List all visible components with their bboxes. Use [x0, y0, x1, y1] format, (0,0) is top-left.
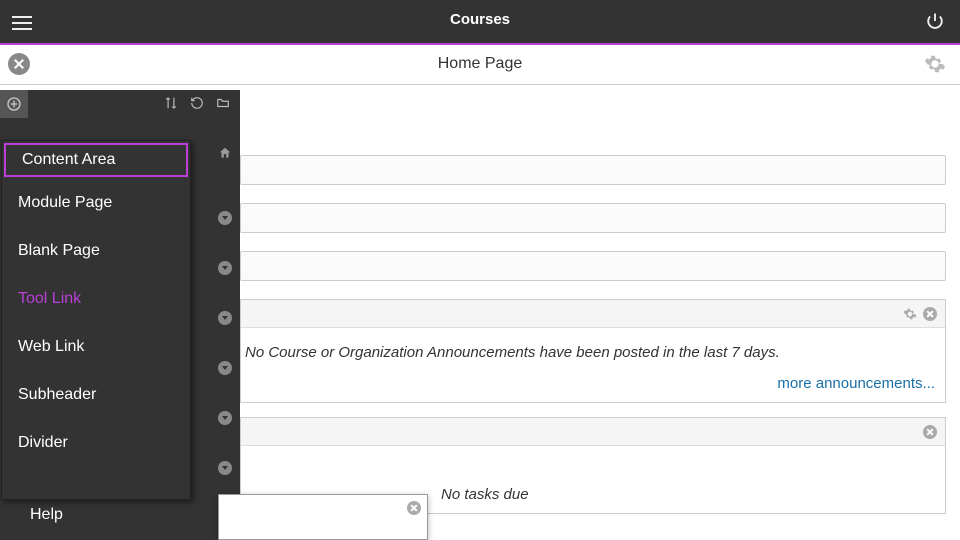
- menu-item-module-page[interactable]: Module Page: [2, 179, 190, 227]
- chevron-down-icon[interactable]: [218, 461, 232, 475]
- gear-icon[interactable]: [924, 53, 946, 75]
- reorder-icon[interactable]: [164, 96, 178, 110]
- tasks-header: [241, 418, 945, 446]
- chevron-down-icon[interactable]: [218, 411, 232, 425]
- sidebar-help-link[interactable]: Help: [30, 506, 63, 524]
- announcements-header: [241, 300, 945, 328]
- menu-item-blank-page[interactable]: Blank Page: [2, 227, 190, 275]
- topbar-title: Courses: [0, 11, 960, 28]
- chevron-down-icon[interactable]: [218, 361, 232, 375]
- main-content: No Course or Organization Announcements …: [240, 85, 960, 540]
- folder-icon[interactable]: [216, 96, 230, 110]
- module-placeholder: [240, 155, 946, 185]
- sidebar-toolbar: [0, 90, 240, 118]
- add-icon[interactable]: [0, 90, 28, 118]
- refresh-icon[interactable]: [190, 96, 204, 110]
- add-menu: Content Area Module Page Blank Page Tool…: [1, 140, 191, 500]
- page-header: Home Page: [0, 45, 960, 85]
- app-topbar: Courses: [0, 0, 960, 43]
- menu-item-tool-link[interactable]: Tool Link: [2, 275, 190, 323]
- mini-popup: [218, 494, 428, 540]
- chevron-down-icon[interactable]: [218, 211, 232, 225]
- menu-item-divider[interactable]: Divider: [2, 419, 190, 467]
- close-icon[interactable]: [407, 501, 421, 515]
- close-icon[interactable]: [923, 425, 937, 439]
- announcements-empty-text: No Course or Organization Announcements …: [241, 328, 945, 369]
- close-icon[interactable]: [923, 307, 937, 321]
- more-announcements-link[interactable]: more announcements...: [241, 369, 945, 402]
- announcements-module: No Course or Organization Announcements …: [240, 299, 946, 403]
- chevron-down-icon[interactable]: [218, 261, 232, 275]
- home-icon[interactable]: [218, 146, 232, 160]
- menu-item-subheader[interactable]: Subheader: [2, 371, 190, 419]
- gear-icon[interactable]: [903, 307, 917, 321]
- menu-item-web-link[interactable]: Web Link: [2, 323, 190, 371]
- chevron-down-icon[interactable]: [218, 311, 232, 325]
- power-icon[interactable]: [926, 12, 946, 32]
- module-placeholder: [240, 251, 946, 281]
- module-placeholder: [240, 203, 946, 233]
- menu-item-content-area[interactable]: Content Area: [4, 143, 188, 177]
- page-title: Home Page: [0, 55, 960, 73]
